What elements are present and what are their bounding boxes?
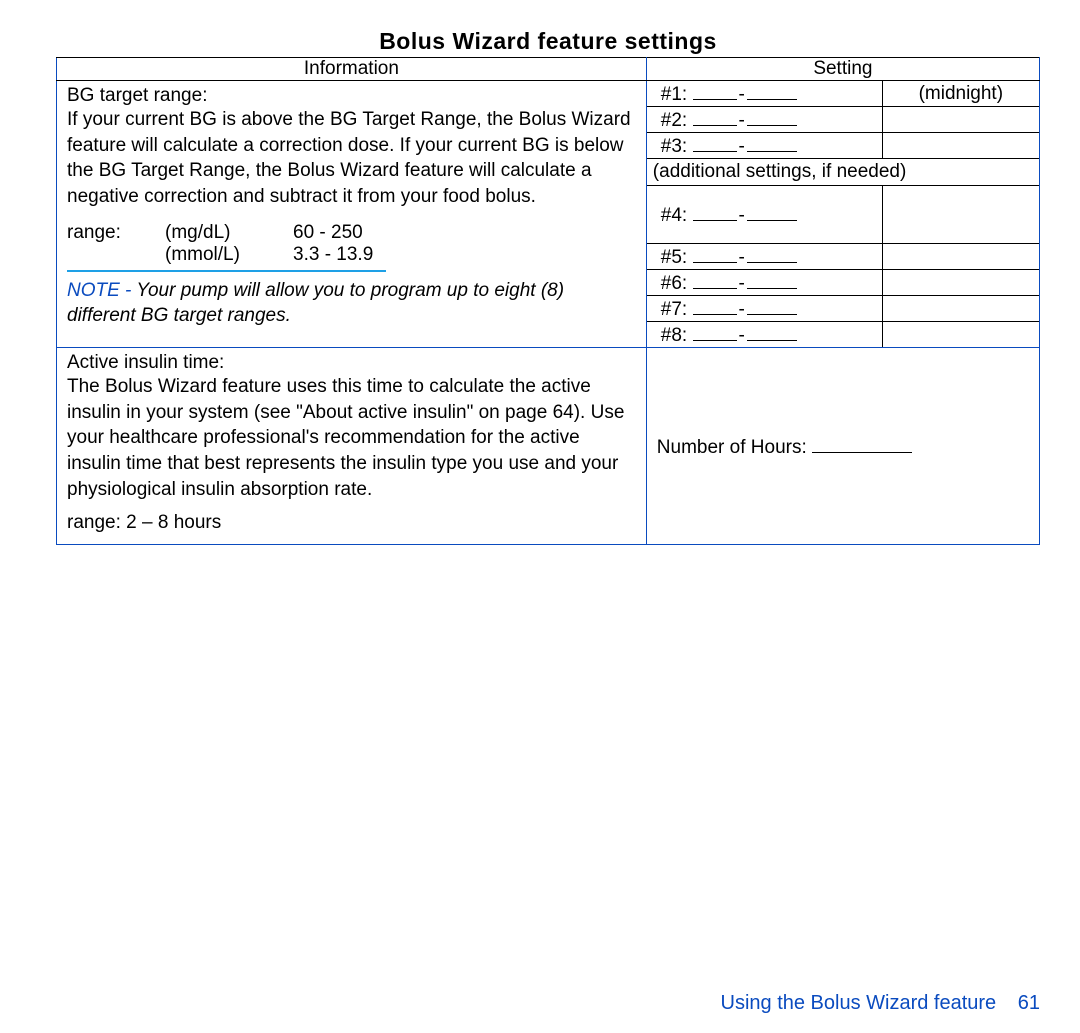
col-header-information: Information — [57, 58, 647, 81]
slot-3: #3: - — [647, 133, 882, 159]
table-row: Active insulin time: The Bolus Wizard fe… — [57, 348, 1040, 545]
chapter-title: Using the Bolus Wizard feature — [721, 992, 997, 1014]
active-insulin-range: range: 2 – 8 hours — [67, 512, 636, 534]
page-footer: Using the Bolus Wizard feature 61 — [721, 992, 1041, 1015]
number-of-hours-label: Number of Hours: — [657, 437, 807, 458]
col-header-setting: Setting — [646, 58, 1039, 81]
bg-target-label: BG target range: — [67, 85, 636, 107]
slot-1: #1: - — [647, 81, 882, 107]
mmol-label: (mmol/L) — [165, 244, 255, 266]
bg-target-description: If your current BG is above the BG Targe… — [67, 107, 636, 210]
slot-2: #2: - — [647, 107, 882, 133]
active-insulin-info-cell: Active insulin time: The Bolus Wizard fe… — [57, 348, 647, 545]
active-insulin-setting-cell: Number of Hours: — [646, 348, 1039, 545]
note-text: Your pump will allow you to program up t… — [67, 280, 564, 327]
slot-1-extra: (midnight) — [882, 81, 1039, 107]
table-row: BG target range: If your current BG is a… — [57, 81, 1040, 348]
slot-4: #4: - — [647, 186, 882, 244]
bg-target-setting-cell: #1: - (midnight) #2: - — [646, 81, 1039, 348]
range-label: range: — [67, 222, 127, 244]
slot-7: #7: - — [647, 296, 882, 322]
settings-table: Information Setting BG target range: If … — [56, 57, 1040, 545]
table-title: Bolus Wizard feature settings — [56, 26, 1040, 57]
active-insulin-description: The Bolus Wizard feature uses this time … — [67, 374, 636, 502]
page-number: 61 — [1018, 992, 1040, 1014]
mmol-value: 3.3 - 13.9 — [293, 244, 373, 266]
slot-5: #5: - — [647, 244, 882, 270]
additional-settings-note: (additional settings, if needed) — [647, 159, 1039, 186]
active-insulin-label: Active insulin time: — [67, 352, 636, 374]
note-label: NOTE - — [67, 280, 136, 301]
slot-8: #8: - — [647, 322, 882, 348]
mgdl-label: (mg/dL) — [165, 222, 255, 244]
slot-6: #6: - — [647, 270, 882, 296]
mgdl-value: 60 - 250 — [293, 222, 363, 244]
bg-target-info-cell: BG target range: If your current BG is a… — [57, 81, 647, 348]
divider — [67, 270, 386, 272]
